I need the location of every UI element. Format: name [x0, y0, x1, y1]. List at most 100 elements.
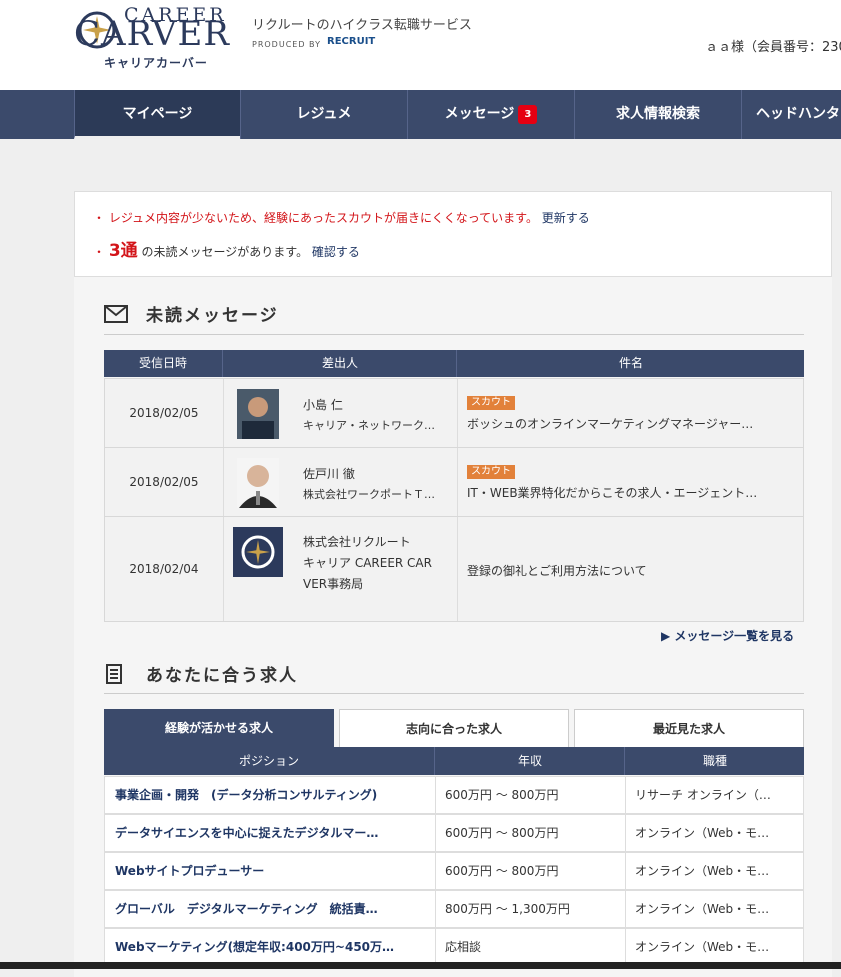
more-link-label: メッセージ一覧を見る — [674, 629, 795, 643]
message-date: 2018/02/04 — [105, 517, 224, 621]
logo-katakana: キャリアカーバー — [104, 56, 208, 70]
message-subject: スカウト ボッシュのオンラインマーケティングマネージャー… — [457, 379, 803, 447]
job-row[interactable]: Webサイトプロデューサー 600万円 ～ 800万円 オンライン（Web・モ… — [104, 852, 804, 890]
job-salary: 600万円 ～ 800万円 — [445, 788, 559, 802]
notice-resume: ・ レジュメ内容が少ないため、経験にあったスカウトが届きにくくなっています。 更… — [93, 209, 590, 226]
career-carver-logo[interactable]: CAREER CARVER キャリアカーバー — [74, 4, 249, 74]
avatar — [237, 389, 279, 439]
produced-by: PRODUCED BY — [252, 40, 321, 49]
sender-name-line2: キャリア CAREER CAR — [303, 556, 432, 570]
nav-label: メッセージ — [444, 106, 515, 122]
nav-mypage[interactable]: マイページ — [74, 90, 240, 139]
messages-table-header: 受信日時 差出人 件名 — [104, 350, 804, 377]
subject-text[interactable]: 登録の御礼とご利用方法について — [467, 562, 787, 579]
message-row[interactable]: 2018/02/05 小島 仁 キャリア・ネットワーク… スカウト ボッシュのオ… — [104, 378, 804, 448]
divider — [625, 929, 626, 965]
site-header: CAREER CARVER キャリアカーバー リクルートのハイクラス転職サービス… — [0, 0, 841, 90]
envelope-icon — [104, 305, 128, 323]
job-salary: 応相談 — [445, 940, 482, 954]
divider — [625, 891, 626, 927]
job-position[interactable]: データサイエンスを中心に捉えたデジタルマー… — [115, 815, 415, 851]
col-position: ポジション — [238, 754, 299, 768]
matching-jobs-title: あなたに合う求人 — [146, 666, 298, 686]
divider — [104, 334, 804, 335]
job-salary: 600万円 ～ 800万円 — [445, 864, 559, 878]
col-salary: 年収 — [434, 747, 625, 775]
subject-text[interactable]: ボッシュのオンラインマーケティングマネージャー… — [467, 415, 787, 432]
message-sender: 株式会社リクルート キャリア CAREER CAR VER事務局 — [223, 517, 458, 621]
avatar — [237, 458, 279, 508]
jobs-table-header: ポジション 年収 職種 — [104, 747, 804, 775]
job-position[interactable]: Webサイトプロデューサー — [115, 853, 415, 889]
message-sender: 佐戸川 徹 株式会社ワークポートＴ… — [223, 448, 458, 516]
carver-logo-avatar — [233, 527, 283, 577]
triangle-right-icon: ▶ — [661, 629, 671, 643]
tab-preference-jobs[interactable]: 志向に合った求人 — [339, 709, 569, 747]
job-row[interactable]: 事業企画・開発 (データ分析コンサルティング) 600万円 ～ 800万円 リサ… — [104, 776, 804, 814]
job-row[interactable]: データサイエンスを中心に捉えたデジタルマー… 600万円 ～ 800万円 オンラ… — [104, 814, 804, 852]
col-date: 受信日時 — [138, 356, 187, 370]
job-position[interactable]: 事業企画・開発 (データ分析コンサルティング) — [115, 777, 415, 813]
sender-name: 小島 仁 — [303, 398, 343, 412]
job-type: オンライン（Web・モ… — [635, 940, 770, 954]
job-salary: 800万円 ～ 1,300万円 — [445, 902, 570, 916]
notice-resume-text: レジュメ内容が少ないため、経験にあったスカウトが届きにくくなっています。 — [108, 211, 538, 225]
nav-label: ヘッドハンタ — [756, 106, 840, 122]
job-position[interactable]: Webマーケティング(想定年収:400万円~450万… — [115, 929, 415, 965]
sender-company: 株式会社ワークポートＴ… — [303, 488, 435, 501]
notice-unread-text: の未読メッセージがあります。 — [141, 245, 309, 259]
member-info: ａａ様（会員番号：230 — [705, 40, 841, 55]
message-row[interactable]: 2018/02/04 株式会社リクルート キャリア CAREER CAR VER… — [104, 516, 804, 622]
main-content: 未読メッセージ 受信日時 差出人 件名 2018/02/05 小島 仁 キャリア… — [74, 277, 832, 977]
nav-message[interactable]: メッセージ 3 — [407, 90, 574, 139]
divider — [104, 693, 804, 694]
message-sender: 小島 仁 キャリア・ネットワーク… — [223, 379, 458, 447]
job-salary: 600万円 ～ 800万円 — [445, 826, 559, 840]
main-nav: マイページ レジュメ メッセージ 3 求人情報検索 ヘッドハンタ — [0, 90, 841, 139]
notice-unread: ・ 3通 の未読メッセージがあります。 確認する — [93, 236, 360, 261]
job-type: オンライン（Web・モ… — [635, 864, 770, 878]
job-position[interactable]: グローバル デジタルマーケティング 統括責… — [115, 891, 415, 927]
logo-carver-text: CARVER — [74, 14, 230, 54]
tagline: リクルートのハイクラス転職サービス — [252, 18, 472, 33]
recruit-logo: RECRUIT — [327, 36, 376, 47]
check-messages-link[interactable]: 確認する — [312, 245, 360, 259]
nav-label: レジュメ — [296, 106, 352, 122]
nav-job-search[interactable]: 求人情報検索 — [574, 90, 741, 139]
tab-recent-jobs[interactable]: 最近見た求人 — [574, 709, 804, 747]
bullet: ・ — [93, 211, 106, 225]
divider — [435, 891, 436, 927]
unread-count: 3通 — [108, 241, 138, 261]
subject-text[interactable]: IT・WEB業界特化だからこその求人・エージェント… — [467, 484, 787, 501]
update-resume-link[interactable]: 更新する — [542, 211, 590, 225]
job-row[interactable]: グローバル デジタルマーケティング 統括責… 800万円 ～ 1,300万円 オ… — [104, 890, 804, 928]
unread-messages-title: 未読メッセージ — [146, 306, 279, 326]
message-row[interactable]: 2018/02/05 佐戸川 徹 株式会社ワークポートＴ… スカウト IT・WE… — [104, 447, 804, 517]
message-date: 2018/02/05 — [105, 448, 224, 516]
job-row[interactable]: Webマーケティング(想定年収:400万円~450万… 応相談 オンライン（We… — [104, 928, 804, 966]
unread-badge: 3 — [518, 104, 538, 124]
nav-resume[interactable]: レジュメ — [240, 90, 407, 139]
bottom-bar — [0, 962, 841, 969]
message-list-link[interactable]: ▶ メッセージ一覧を見る — [661, 627, 794, 644]
tab-experience-jobs[interactable]: 経験が活かせる求人 — [104, 709, 334, 747]
divider — [625, 815, 626, 851]
divider — [435, 929, 436, 965]
col-subject: 件名 — [456, 350, 805, 377]
message-subject: スカウト IT・WEB業界特化だからこその求人・エージェント… — [457, 448, 803, 516]
job-type: オンライン（Web・モ… — [635, 902, 770, 916]
divider — [435, 777, 436, 813]
sender-name: 佐戸川 徹 — [303, 467, 355, 481]
sender-company: キャリア・ネットワーク… — [303, 419, 435, 432]
sender-name-line3: VER事務局 — [303, 577, 364, 591]
notice-box: ・ レジュメ内容が少ないため、経験にあったスカウトが届きにくくなっています。 更… — [74, 191, 832, 277]
document-list-icon — [106, 664, 122, 684]
col-sender: 差出人 — [222, 350, 457, 377]
job-type: リサーチ オンライン（… — [635, 788, 771, 802]
scout-tag: スカウト — [467, 465, 515, 479]
divider — [625, 777, 626, 813]
job-type: オンライン（Web・モ… — [635, 826, 770, 840]
nav-headhunter[interactable]: ヘッドハンタ — [741, 90, 841, 139]
message-date: 2018/02/05 — [105, 379, 224, 447]
sender-name-line1: 株式会社リクルート — [303, 535, 411, 549]
